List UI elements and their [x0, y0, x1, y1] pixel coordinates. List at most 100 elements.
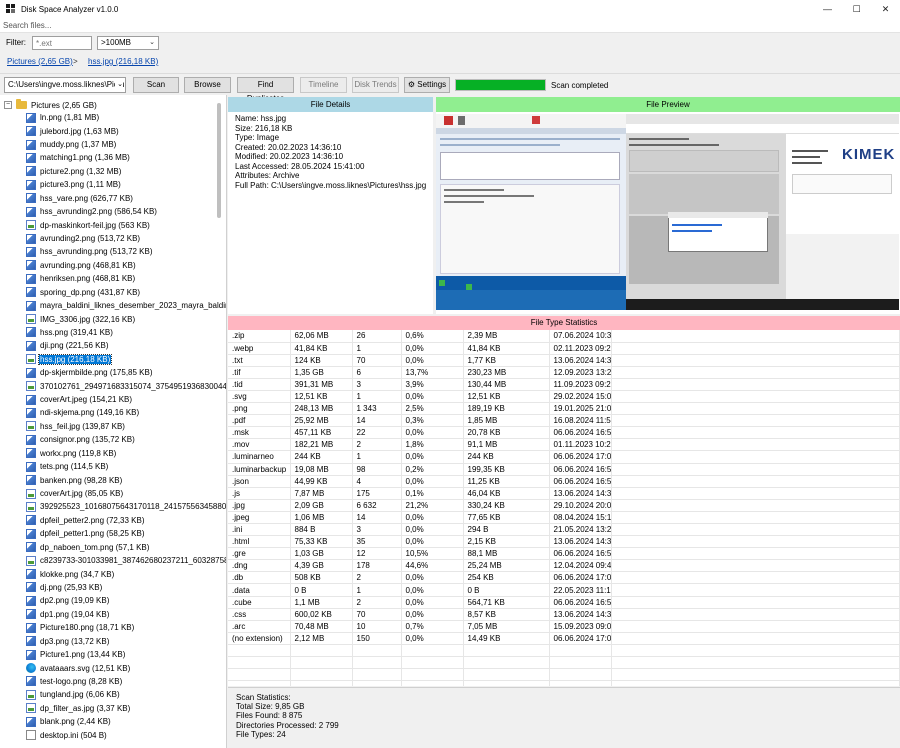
tree-item[interactable]: coverArt.jpg (85,05 KB) [26, 487, 216, 500]
tree-item[interactable]: hss.jpg (216,18 KB) [26, 353, 216, 366]
tree-item[interactable]: ln.png (1,81 MB) [26, 111, 216, 124]
tree-item[interactable]: ndi-skjema.png (149,16 KB) [26, 406, 216, 419]
table-row[interactable]: .db 508 KB 2 0,0% 254 KB 06.06.2024 17:00 [228, 571, 900, 585]
tree-item[interactable]: 392925523_10168075643170118_241575563458… [26, 500, 226, 513]
tree-item[interactable]: dp2.png (19,09 KB) [26, 594, 216, 607]
table-row[interactable]: .msk 457,11 KB 22 0,0% 20,78 KB 06.06.2024 16… [228, 426, 900, 440]
path-select[interactable]: C:\Users\ingve.moss.liknes\Pictur ⌄ [4, 77, 126, 93]
scan-button[interactable]: Scan [133, 77, 179, 93]
table-row[interactable]: .cube 1,1 MB 2 0,0% 564,71 KB 06.06.2024 16:5… [228, 596, 900, 609]
tree-item[interactable]: dp_naboen_tom.png (57,1 KB) [26, 541, 216, 554]
table-cell [290, 644, 353, 658]
tree-item[interactable]: mayra_baldini_liknes_desember_2023_mayra… [26, 299, 226, 312]
table-row[interactable]: .tif 1,35 GB 6 13,7% 230,23 MB 12.09.2023 13:… [228, 366, 900, 379]
tree-item[interactable]: sporing_dp.png (431,87 KB) [26, 285, 216, 298]
extension-filter-input[interactable] [32, 36, 92, 50]
table-cell: 178 [352, 559, 402, 573]
table-row[interactable]: .dng 4,39 GB 178 44,6% 25,24 MB 12.04.2024 09… [228, 559, 900, 573]
table-row[interactable]: .zip 62,06 MB 26 0,6% 2,39 MB 07.06.2024 10:3… [228, 330, 900, 343]
table-row[interactable]: .js 7,87 MB 175 0,1% 46,04 KB 13.06.2024 14:3… [228, 487, 900, 500]
disk-trends-button[interactable]: Disk Trends [352, 77, 399, 93]
tree-item[interactable]: julebord.jpg (1,63 MB) [26, 124, 216, 137]
breadcrumb-item-pictures[interactable]: Pictures (2,65 GB) [7, 57, 73, 66]
settings-button[interactable]: ⚙ Settings [404, 77, 450, 93]
tree-item[interactable]: matching1.png (1,36 MB) [26, 151, 216, 164]
table-row[interactable]: (no extension) 2,12 MB 150 0,0% 14,49 KB 06.0… [228, 632, 900, 645]
tree-item[interactable]: Picture180.png (18,71 KB) [26, 621, 216, 634]
search-input[interactable] [3, 21, 883, 30]
tree-item[interactable]: avataaars.svg (12,51 KB) [26, 661, 216, 674]
tree-item[interactable]: hss_feil.jpg (139,87 KB) [26, 420, 216, 433]
table-cell [352, 680, 402, 686]
tree-item[interactable]: hss_vare.png (626,77 KB) [26, 192, 216, 205]
tree-item[interactable]: dpfeil_petter2.png (72,33 KB) [26, 514, 216, 527]
tree-item[interactable]: coverArt.jpeg (154,21 KB) [26, 393, 216, 406]
table-cell [352, 668, 402, 682]
tree-item[interactable]: hss.png (319,41 KB) [26, 326, 216, 339]
table-row[interactable]: .svg 12,51 KB 1 0,0% 12,51 KB 29.02.2024 15:0… [228, 390, 900, 404]
tree-item[interactable]: muddy.png (1,37 MB) [26, 138, 216, 151]
table-row[interactable]: .txt 124 KB 70 0,0% 1,77 KB 13.06.2024 14:35 [228, 354, 900, 367]
tree-root[interactable]: − Pictures (2,65 GB) [4, 99, 97, 111]
browse-button[interactable]: Browse [184, 77, 231, 93]
tree-item[interactable]: picture2.png (1,32 MB) [26, 165, 216, 178]
table-row[interactable]: .html 75,33 KB 35 0,0% 2,15 KB 13.06.2024 14:… [228, 535, 900, 549]
tree-item[interactable]: dp-maskinkort-feil.jpg (563 KB) [26, 218, 216, 231]
tree-item[interactable]: Picture1.png (13,44 KB) [26, 648, 216, 661]
tree-item[interactable]: c8239733-301033981_387462680237211_60328… [26, 554, 226, 567]
tree-item[interactable]: klokke.png (34,7 KB) [26, 567, 216, 580]
table-row[interactable]: .data 0 B 1 0,0% 0 B 22.05.2023 11:19 [228, 583, 900, 597]
table-cell: 22.05.2023 11:19 [549, 583, 612, 597]
tree-item[interactable]: desktop.ini (504 B) [26, 728, 216, 741]
size-filter-select[interactable]: >100MB ⌄ [97, 36, 159, 50]
table-row[interactable]: .luminarbackup 19,08 MB 98 0,2% 199,35 KB 06.… [228, 463, 900, 476]
tree-item[interactable]: consignor.png (135,72 KB) [26, 433, 216, 446]
table-row[interactable]: .json 44,99 KB 4 0,0% 11,25 KB 06.06.2024 16:… [228, 475, 900, 488]
table-cell: 0,0% [401, 523, 464, 537]
tree-item[interactable]: banken.png (98,28 KB) [26, 473, 216, 486]
tree-item[interactable]: dp-skjermbilde.png (175,85 KB) [26, 366, 216, 379]
table-row[interactable]: .pdf 25,92 MB 14 0,3% 1,85 MB 16.08.2024 11:5… [228, 414, 900, 428]
tree-item[interactable]: IMG_3306.jpg (322,16 KB) [26, 312, 216, 325]
tree-item[interactable]: dp3.png (13,72 KB) [26, 634, 216, 647]
tree-item[interactable]: avrunding.png (468,81 KB) [26, 259, 216, 272]
table-row[interactable]: .ini 884 B 3 0,0% 294 B 21.05.2024 13:29 [228, 523, 900, 537]
tree-scrollbar[interactable] [217, 103, 221, 218]
tree-item[interactable]: blank.png (2,44 KB) [26, 715, 216, 728]
table-row[interactable]: .jpg 2,09 GB 6 632 21,2% 330,24 KB 29.10.2024… [228, 499, 900, 512]
table-row[interactable]: .luminarneo 244 KB 1 0,0% 244 KB 06.06.2024 1… [228, 450, 900, 464]
tree-item[interactable]: picture3.png (1,11 MB) [26, 178, 216, 191]
table-cell [228, 680, 291, 686]
tree-item[interactable]: dji.png (221,56 KB) [26, 339, 216, 352]
tree-item[interactable]: dp1.png (19,04 KB) [26, 608, 216, 621]
table-cell [611, 620, 900, 633]
collapse-icon[interactable]: − [4, 101, 12, 109]
tree-item[interactable]: avrunding2.png (513,72 KB) [26, 232, 216, 245]
close-icon[interactable]: ✕ [871, 0, 900, 18]
table-row[interactable]: .css 600,02 KB 70 0,0% 8,57 KB 13.06.2024 14:… [228, 608, 900, 621]
breadcrumb-item-file[interactable]: hss.jpg (216,18 KB) [88, 57, 158, 66]
table-row[interactable]: .png 248,13 MB 1 343 2,5% 189,19 KB 19.01.202… [228, 402, 900, 416]
tree-item[interactable]: henriksen.png (468,81 KB) [26, 272, 216, 285]
table-row[interactable]: .webp 41,84 KB 1 0,0% 41,84 KB 02.11.2023 09:… [228, 342, 900, 355]
table-row[interactable]: .mov 182,21 MB 2 1,8% 91,1 MB 01.11.2023 10:2… [228, 438, 900, 452]
tree-item[interactable]: tungland.jpg (6,06 KB) [26, 688, 216, 701]
tree-item[interactable]: dp_filter_as.jpg (3,37 KB) [26, 702, 216, 715]
table-row[interactable]: .gre 1,03 GB 12 10,5% 88,1 MB 06.06.2024 16:5… [228, 547, 900, 561]
tree-item[interactable]: hss_avrunding2.png (586,54 KB) [26, 205, 216, 218]
maximize-icon[interactable]: ☐ [842, 0, 871, 18]
tree-item[interactable]: hss_avrunding.png (513,72 KB) [26, 245, 216, 258]
find-duplicates-button[interactable]: Find Duplicates [237, 77, 294, 103]
table-row[interactable]: .jpeg 1,06 MB 14 0,0% 77,65 KB 08.04.2024 15:… [228, 511, 900, 525]
tree-item[interactable]: tets.png (114,5 KB) [26, 460, 216, 473]
tree-item[interactable]: 370102761_294971683315074_37549519368300… [26, 379, 226, 392]
table-cell [290, 680, 353, 686]
minimize-icon[interactable]: — [813, 0, 842, 18]
tree-item[interactable]: dj.png (25,93 KB) [26, 581, 216, 594]
table-row[interactable]: .arc 70,48 MB 10 0,7% 7,05 MB 15.09.2023 09:0… [228, 620, 900, 633]
tree-item[interactable]: workx.png (119,8 KB) [26, 447, 216, 460]
table-row[interactable]: .tid 391,31 MB 3 3,9% 130,44 MB 11.09.2023 09… [228, 378, 900, 391]
timeline-button[interactable]: Timeline [300, 77, 347, 93]
tree-item[interactable]: dpfeil_petter1.png (58,25 KB) [26, 527, 216, 540]
tree-item[interactable]: test-logo.png (8,28 KB) [26, 675, 216, 688]
